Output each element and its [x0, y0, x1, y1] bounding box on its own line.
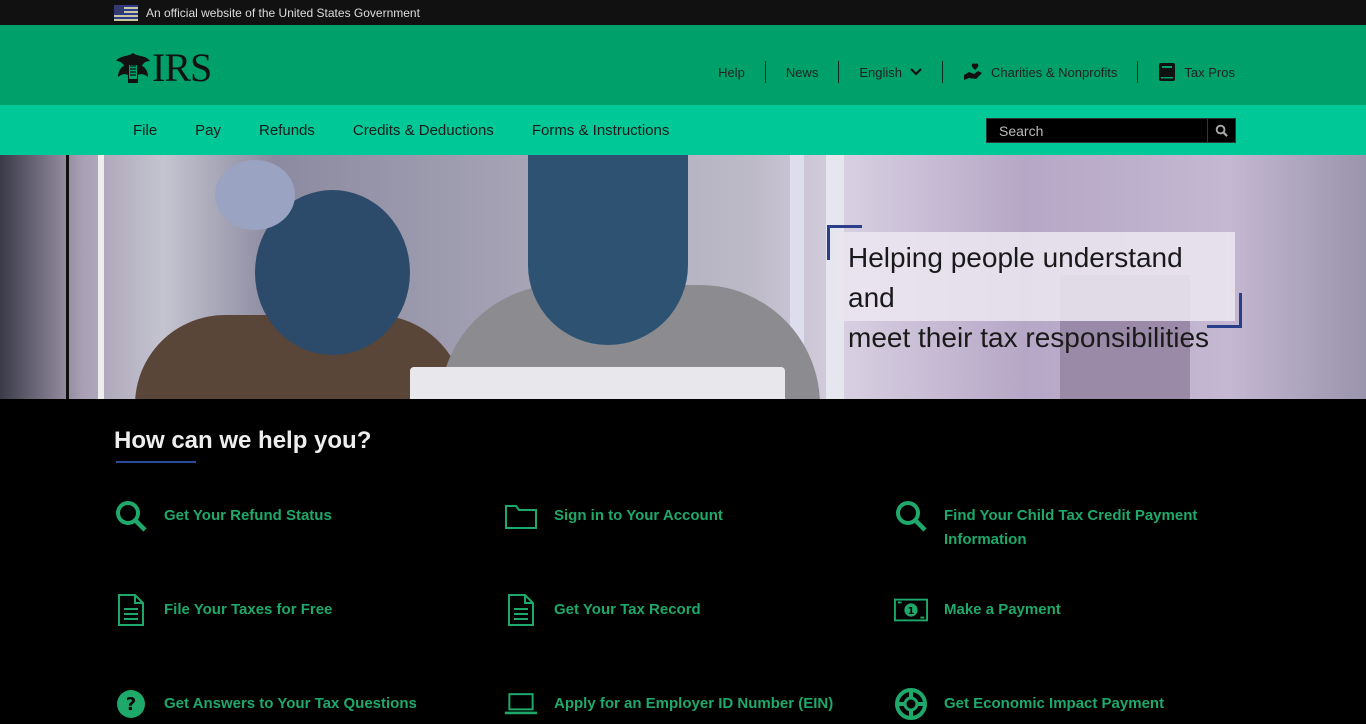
utility-nav: Help News English Charities & Nonprofits… — [698, 61, 1235, 83]
link-refund-status[interactable]: Get Your Refund Status — [114, 499, 474, 533]
help-title: How can we help you? — [114, 427, 372, 454]
laptop-icon — [504, 693, 538, 715]
search-box — [986, 118, 1236, 143]
document-icon — [118, 594, 144, 626]
hero-headline-line1: Helping people understand and — [848, 242, 1183, 313]
news-link[interactable]: News — [764, 61, 839, 83]
question-icon: ? — [117, 690, 145, 718]
help-link[interactable]: Help — [698, 61, 765, 83]
money-icon: 1 — [894, 598, 928, 622]
search-input[interactable] — [987, 122, 1207, 139]
link-label: Get Answers to Your Tax Questions — [164, 695, 417, 712]
nav-pay[interactable]: Pay — [176, 122, 240, 139]
tax-pros-label: Tax Pros — [1184, 64, 1235, 80]
link-label: Get Economic Impact Payment — [944, 695, 1165, 712]
lifebuoy-icon — [895, 688, 927, 720]
svg-text:?: ? — [126, 694, 136, 715]
link-child-tax-credit[interactable]: Find Your Child Tax Credit Payment Infor… — [894, 499, 1214, 552]
nav-refunds[interactable]: Refunds — [240, 122, 334, 139]
search-icon — [1215, 124, 1228, 137]
svg-text:1: 1 — [908, 606, 915, 617]
link-apply-ein[interactable]: Apply for an Employer ID Number (EIN) — [504, 687, 874, 721]
link-label: File Your Taxes for Free — [164, 601, 333, 618]
title-underline — [116, 461, 196, 463]
nav-file[interactable]: File — [114, 122, 176, 139]
charities-label: Charities & Nonprofits — [990, 64, 1118, 80]
hero-banner: Helping people understand and meet their… — [0, 155, 1366, 399]
chevron-down-icon — [910, 68, 922, 76]
nav-credits-deductions[interactable]: Credits & Deductions — [334, 122, 513, 139]
link-label: Find Your Child Tax Credit Payment Infor… — [944, 507, 1198, 548]
language-dropdown[interactable]: English — [838, 61, 942, 83]
gov-banner: An official website of the United States… — [0, 0, 1366, 25]
gov-banner-text: An official website of the United States… — [146, 5, 420, 20]
link-make-payment[interactable]: 1 Make a Payment — [894, 593, 1214, 627]
link-label: Apply for an Employer ID Number (EIN) — [554, 695, 834, 712]
link-sign-in-account[interactable]: Sign in to Your Account — [504, 499, 864, 533]
link-tax-questions[interactable]: ? Get Answers to Your Tax Questions — [114, 687, 474, 721]
logo-text: IRS — [152, 45, 212, 90]
book-icon — [1159, 63, 1176, 81]
nav-forms-instructions[interactable]: Forms & Instructions — [513, 122, 689, 139]
document-icon — [508, 594, 534, 626]
hand-heart-icon — [963, 63, 982, 80]
search-button[interactable] — [1207, 119, 1235, 142]
language-label: English — [859, 64, 902, 80]
hero-headline-line2: meet their tax responsibilities — [848, 322, 1210, 353]
search-icon — [116, 501, 147, 532]
hero-headline-card: Helping people understand and meet their… — [836, 232, 1235, 353]
hero-corner-top-left — [827, 225, 862, 260]
link-economic-impact[interactable]: Get Economic Impact Payment — [894, 687, 1214, 721]
search-icon — [896, 501, 927, 532]
tax-pros-link[interactable]: Tax Pros — [1137, 61, 1235, 83]
help-label: Help — [718, 64, 745, 80]
us-flag-icon — [114, 4, 138, 21]
link-tax-record[interactable]: Get Your Tax Record — [504, 593, 864, 627]
irs-logo[interactable]: IRS — [114, 45, 212, 90]
link-label: Get Your Tax Record — [554, 601, 701, 618]
link-file-free[interactable]: File Your Taxes for Free — [114, 593, 474, 627]
hero-corner-bottom-right — [1207, 293, 1242, 328]
eagle-icon — [116, 53, 150, 83]
link-label: Make a Payment — [944, 601, 1061, 618]
folder-icon — [505, 505, 537, 529]
news-label: News — [785, 64, 819, 80]
charities-link[interactable]: Charities & Nonprofits — [941, 61, 1137, 83]
link-label: Sign in to Your Account — [554, 507, 723, 524]
site-header: IRS Help News English Charities & Nonpro… — [0, 25, 1366, 105]
link-label: Get Your Refund Status — [164, 507, 332, 524]
